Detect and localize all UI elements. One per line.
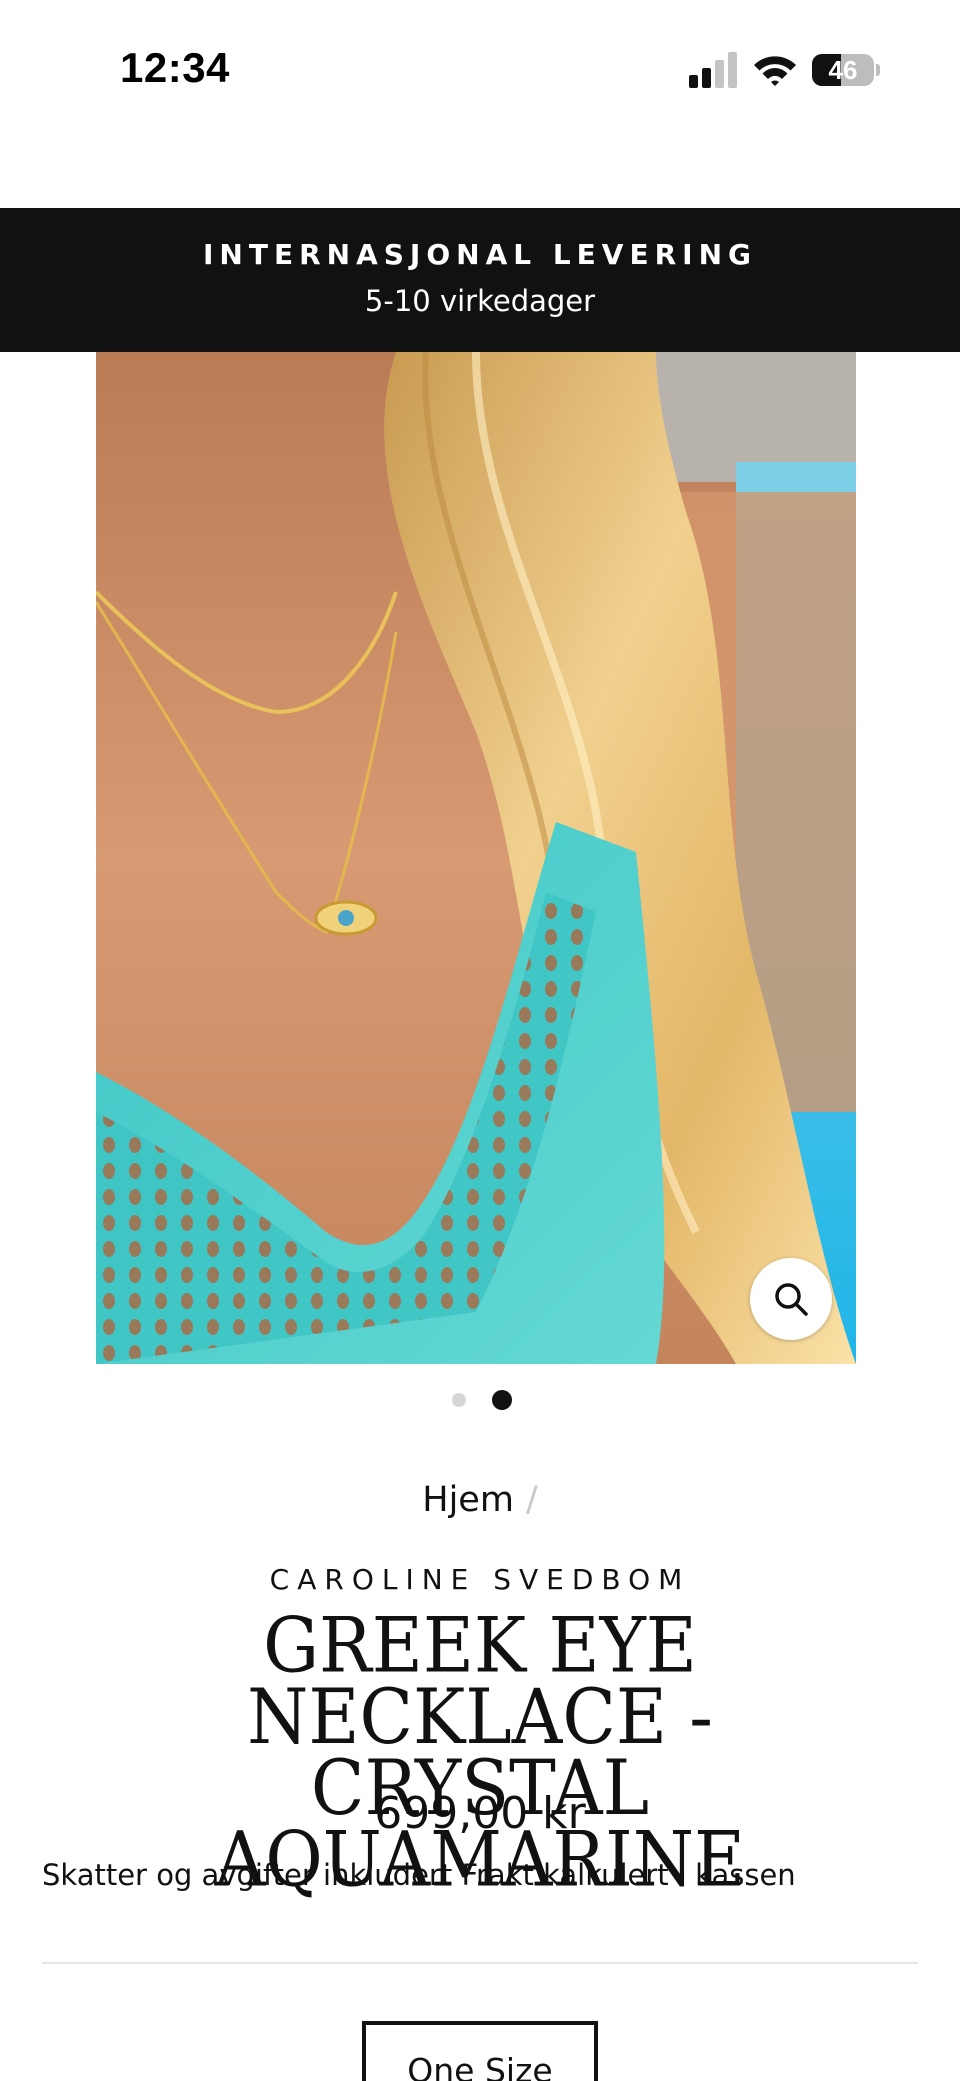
status-bar: 12:34 46	[0, 0, 960, 140]
product-price: 699,00 kr	[374, 1788, 586, 1839]
breadcrumb: Hjem /	[0, 1480, 960, 1520]
carousel-dot-1[interactable]	[452, 1393, 466, 1407]
tax-shipping-note: Skatter og avgifter inkludert Frakt kalk…	[42, 1858, 796, 1892]
carousel-dots	[450, 1390, 520, 1410]
wifi-icon	[752, 52, 798, 88]
product-vendor[interactable]: CAROLINE SVEDBOM	[0, 1563, 960, 1596]
announcement-bar[interactable]: INTERNASJONAL LEVERING 5-10 virkedager	[0, 208, 960, 352]
carousel-dot-2-active[interactable]	[492, 1390, 512, 1410]
divider	[42, 1962, 918, 1964]
search-icon	[775, 1283, 808, 1316]
breadcrumb-home-link[interactable]: Hjem	[422, 1480, 514, 1520]
breadcrumb-separator: /	[525, 1480, 538, 1520]
product-image[interactable]	[96, 352, 856, 1364]
announcement-title: INTERNASJONAL LEVERING	[203, 238, 757, 271]
status-time: 12:34	[120, 44, 230, 91]
cellular-signal-icon	[689, 52, 737, 88]
product-photo	[96, 352, 856, 1364]
zoom-button[interactable]	[750, 1258, 832, 1340]
product-title-line-1: GREEK EYE NECKLACE -	[247, 1601, 713, 1762]
battery-level: 46	[828, 55, 858, 85]
battery-icon: 46	[812, 52, 880, 88]
announcement-subtitle: 5-10 virkedager	[364, 284, 596, 318]
product-title: GREEK EYE NECKLACE - CRYSTAL AQUAMARINE	[50, 1601, 910, 1897]
size-option-button[interactable]: One Size	[362, 2021, 598, 2081]
